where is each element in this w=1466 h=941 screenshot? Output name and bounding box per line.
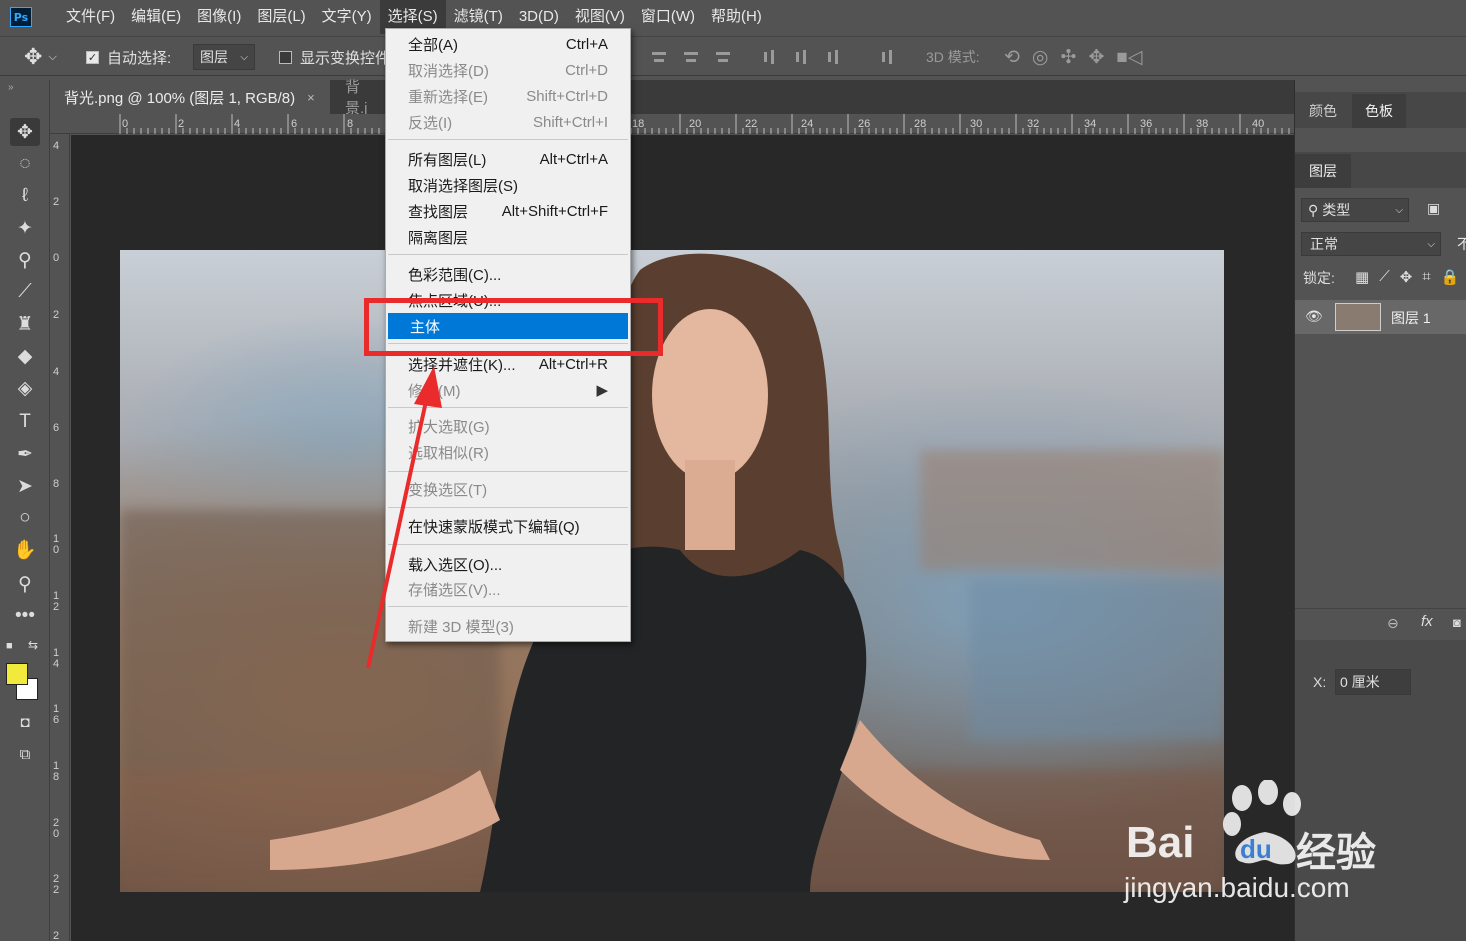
watermark-brand2: 经验 [1296, 830, 1376, 876]
watermark-brand: Bai [1126, 818, 1195, 867]
watermark-du: du [1240, 834, 1272, 864]
arrow-head [414, 366, 442, 408]
baidu-jingyan-watermark: Bai du 经验 jingyan.baidu.com [1120, 780, 1420, 910]
arrow-shaft [366, 391, 430, 669]
watermark-url: jingyan.baidu.com [1124, 872, 1350, 903]
